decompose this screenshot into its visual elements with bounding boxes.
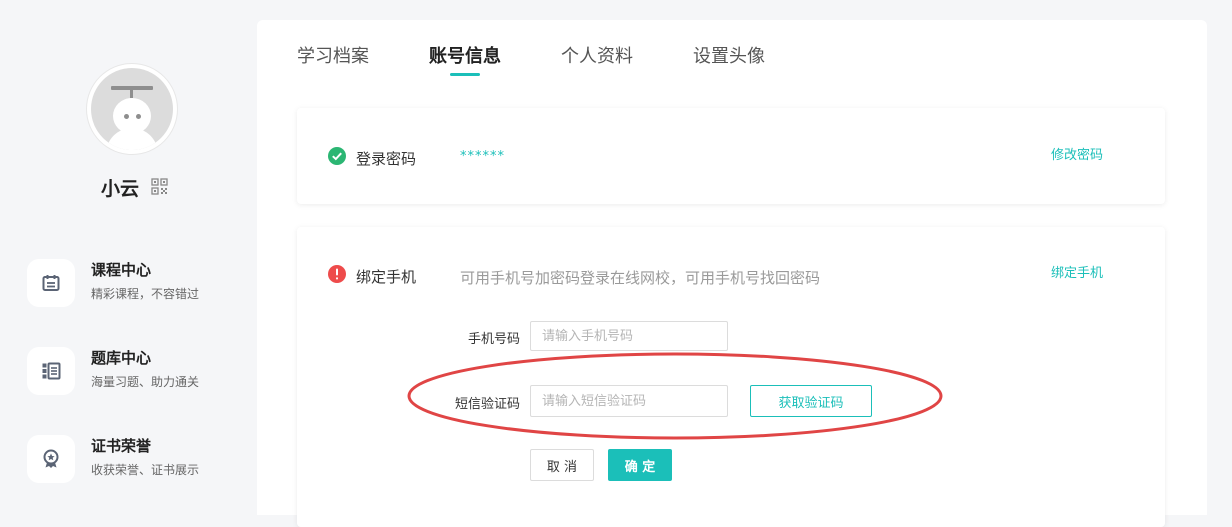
change-password-link[interactable]: 修改密码 <box>1051 144 1103 163</box>
sms-code-label: 短信验证码 <box>454 397 520 412</box>
sidebar-item-title: 课程中心 <box>91 261 152 279</box>
get-verification-code-button[interactable]: 获取验证码 <box>750 385 872 417</box>
user-name: 小云 <box>101 178 140 200</box>
bind-phone-label: 绑定手机 <box>356 268 417 286</box>
tab-personal-profile[interactable]: 个人资料 <box>561 42 633 68</box>
tab-set-avatar[interactable]: 设置头像 <box>693 42 765 68</box>
sidebar-item-courses[interactable]: 课程中心 精彩课程，不容错过 <box>27 259 247 309</box>
award-icon <box>43 449 59 468</box>
cancel-button[interactable]: 取 消 <box>530 449 594 481</box>
phone-number-input[interactable] <box>530 321 728 351</box>
confirm-button[interactable]: 确 定 <box>608 449 672 481</box>
exclamation-circle-icon <box>328 265 346 283</box>
bind-phone-description: 可用手机号加密码登录在线网校，可用手机号找回密码 <box>460 269 821 287</box>
sidebar-item-certificates[interactable]: 证书荣誉 收获荣誉、证书展示 <box>27 435 247 485</box>
bind-phone-link[interactable]: 绑定手机 <box>1051 262 1103 281</box>
phone-number-label: 手机号码 <box>467 332 520 347</box>
avatar[interactable] <box>87 64 177 154</box>
sidebar-item-subtitle: 精彩课程，不容错过 <box>91 287 200 301</box>
sidebar-item-subtitle: 收获荣誉、证书展示 <box>91 463 200 477</box>
sidebar-item-question-bank[interactable]: 题库中心 海量习题、助力通关 <box>27 347 247 397</box>
sidebar-item-subtitle: 海量习题、助力通关 <box>91 375 200 389</box>
qr-code-icon[interactable] <box>151 178 168 195</box>
sidebar-item-title: 题库中心 <box>91 349 152 367</box>
check-circle-icon <box>328 147 346 165</box>
calendar-icon <box>42 275 60 291</box>
list-icon <box>42 362 61 380</box>
sidebar: 小云 课程中心 精彩课程，不容错过 题库中心 海量习题、助力通关 证书荣誉 收获… <box>0 0 256 515</box>
phone-binding-card: 绑定手机 可用手机号加密码登录在线网校，可用手机号找回密码 绑定手机 手机号码 … <box>297 227 1165 527</box>
sidebar-item-title: 证书荣誉 <box>91 437 152 455</box>
avatar-placeholder-icon <box>91 68 173 150</box>
password-masked-value: ****** <box>460 149 505 164</box>
tab-learning-records[interactable]: 学习档案 <box>297 42 369 68</box>
password-label: 登录密码 <box>356 150 417 168</box>
tab-account-info[interactable]: 账号信息 <box>429 42 501 68</box>
active-tab-indicator <box>450 73 480 76</box>
account-panel: 学习档案 账号信息 个人资料 设置头像 登录密码 ****** 修改密码 绑定手… <box>257 20 1207 527</box>
sms-code-input[interactable] <box>530 385 728 417</box>
password-card: 登录密码 ****** 修改密码 <box>297 108 1165 204</box>
